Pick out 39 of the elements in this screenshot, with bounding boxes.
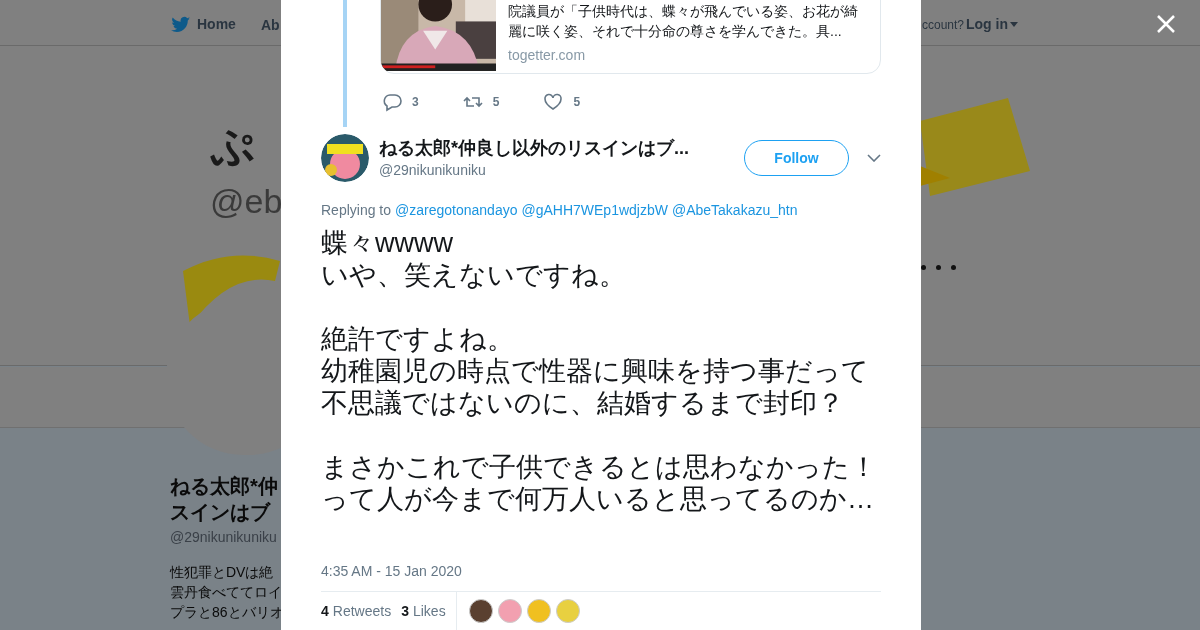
user-handle: @29nikunikuniku xyxy=(379,160,487,180)
retweet-button[interactable]: 5 xyxy=(462,92,500,112)
banner-title: ぷ xyxy=(210,120,255,172)
stat-link[interactable]: 3 Likes xyxy=(401,600,446,622)
profile-handle: @29nikunikuniku xyxy=(170,528,278,547)
more-button[interactable] xyxy=(867,154,881,162)
profile-name: ねる太郎*仲 スインはブ xyxy=(170,474,279,525)
like-button[interactable]: 5 xyxy=(543,92,581,112)
profile-bio: 性犯罪とDVは絶 雲丹食べててロイ プラと86とバリオ xyxy=(170,563,284,622)
banner-handle: @eb xyxy=(210,181,283,222)
tweet-text: 絶許ですよね。 xyxy=(321,323,515,355)
mention-link[interactable]: @AbeTakakazu_htn xyxy=(671,200,798,221)
caret-icon xyxy=(1010,22,1018,27)
tweet-text: いや、笑えないですね。 xyxy=(321,259,627,291)
dots-icon xyxy=(921,265,956,270)
card-text: 院議員が「子供時代は、蝶々が飛んでいる姿、お花が綺麗に咲く姿、それで十分命の尊さを学んできた。具... xyxy=(508,2,859,41)
stat-link[interactable]: 4 Retweets xyxy=(321,600,392,622)
tweet-text: 不思議ではないのに、結婚するまで封印？ xyxy=(321,387,845,419)
quoted-card[interactable]: 院議員が「子供時代は、蝶々が飛んでいる姿、お花が綺麗に咲く姿、それで十分命の尊さを学んできた。具... togetter.com xyxy=(380,0,881,74)
home-link[interactable]: Home xyxy=(197,14,236,35)
chevron-icon xyxy=(867,154,881,162)
bird-icon xyxy=(171,15,191,34)
card-domain: togetter.com xyxy=(508,46,587,65)
timestamp: 4:35 AM - 15 Jan 2020 xyxy=(321,562,462,581)
reply-button[interactable]: 3 xyxy=(382,92,419,112)
about-link[interactable]: Ab xyxy=(261,15,280,36)
like-icon xyxy=(543,92,564,112)
replying-label: Replying to xyxy=(321,201,392,220)
tweet-text: 蝶々wwww xyxy=(321,227,454,259)
liker-avatar[interactable] xyxy=(468,599,493,623)
mention-link[interactable]: @zaregotonandayo xyxy=(395,200,518,221)
reply-icon xyxy=(382,92,402,112)
tweet-text: 幼稚園児の時点で性器に興味を持つ事だって xyxy=(321,355,870,387)
account-prompt: ccount? xyxy=(922,17,965,34)
avatar-icon xyxy=(321,134,369,182)
login-link[interactable]: Log in xyxy=(966,14,1018,35)
tweet-text: まさかこれで子供できるとは思わなかった！って人が今まで何万人いると思ってるのか… xyxy=(321,451,878,515)
user-name: ねる太郎*仲良し以外のリスインはブ... xyxy=(379,136,689,160)
mention-link[interactable]: @gAHH7WEp1wdjzbW xyxy=(521,200,668,221)
